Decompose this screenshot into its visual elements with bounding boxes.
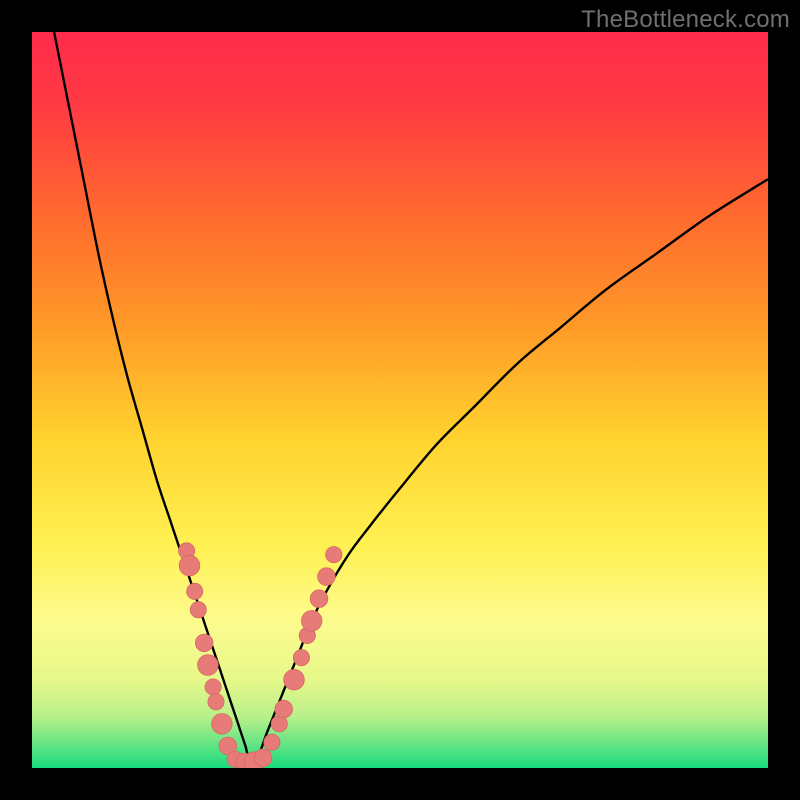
data-marker <box>212 714 233 735</box>
chart-frame: TheBottleneck.com <box>0 0 800 800</box>
data-marker <box>190 602 206 618</box>
data-marker <box>195 634 213 652</box>
curve-overlay <box>32 32 768 768</box>
data-marker <box>179 555 200 576</box>
bottleneck-curve <box>54 32 768 768</box>
data-marker <box>205 679 221 695</box>
data-marker <box>301 611 322 632</box>
data-marker <box>187 583 203 599</box>
watermark-text: TheBottleneck.com <box>581 6 790 34</box>
data-marker <box>326 547 342 563</box>
data-marker <box>275 700 293 718</box>
data-marker <box>318 568 336 586</box>
data-marker <box>293 650 309 666</box>
data-marker <box>208 694 224 710</box>
data-marker <box>264 734 280 750</box>
data-marker <box>310 590 328 608</box>
data-marker <box>198 655 219 676</box>
data-marker <box>284 669 305 690</box>
plot-area <box>32 32 768 768</box>
curve-markers <box>179 543 342 768</box>
data-marker <box>254 749 272 767</box>
